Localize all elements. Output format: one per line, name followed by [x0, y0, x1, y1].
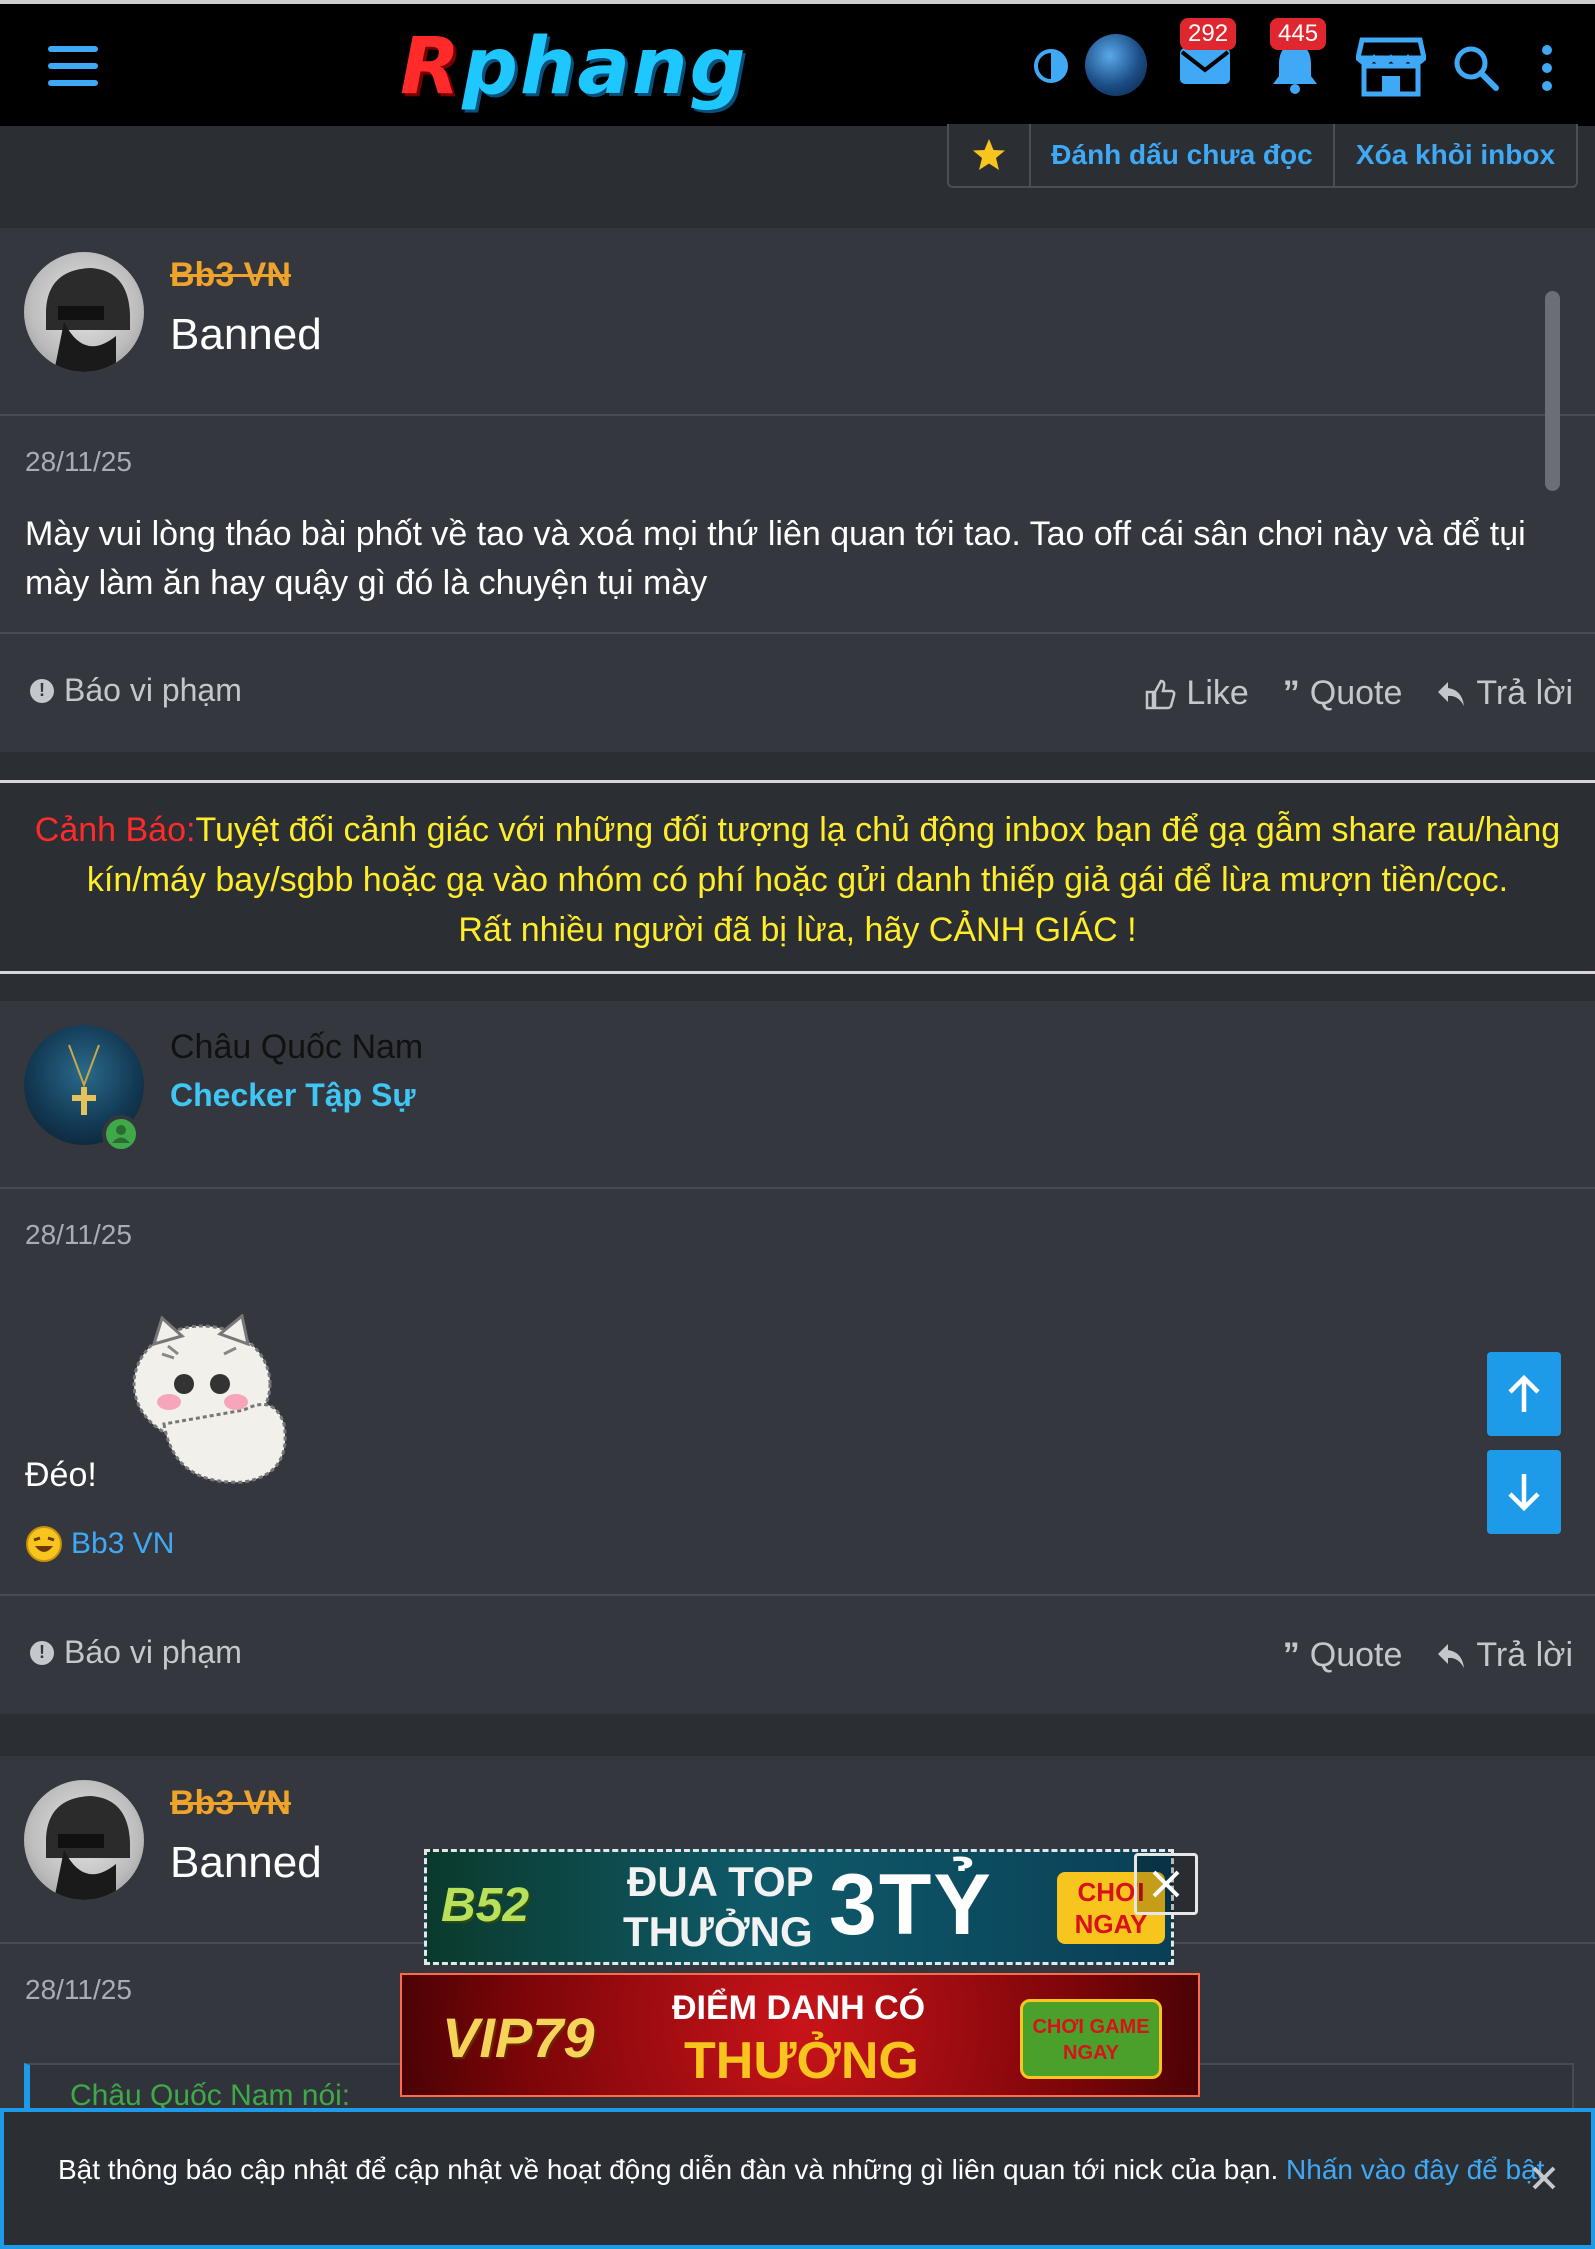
- ad-headline-2: THƯỞNG: [684, 2032, 919, 2090]
- reaction-summary[interactable]: Bb3 VN: [25, 1525, 174, 1563]
- close-icon: [1152, 1870, 1180, 1898]
- report-label: Báo vi phạm: [64, 1634, 242, 1670]
- close-icon[interactable]: [1526, 2160, 1562, 2196]
- arrow-down-icon: [1508, 1474, 1540, 1512]
- user-title: Checker Tập Sự: [170, 1077, 416, 1113]
- reply-button[interactable]: Trả lời: [1436, 674, 1573, 713]
- avatar[interactable]: [24, 1780, 144, 1900]
- username-link[interactable]: Bb3 VN: [170, 256, 291, 295]
- message-date[interactable]: 28/11/25: [25, 1974, 132, 2006]
- remove-from-inbox-button[interactable]: Xóa khỏi inbox: [1335, 124, 1576, 186]
- star-icon[interactable]: [949, 124, 1031, 186]
- quote-label: Quote: [1309, 1636, 1403, 1674]
- quote-button[interactable]: ” Quote: [1283, 1636, 1403, 1675]
- hamburger-menu-icon[interactable]: [48, 46, 102, 86]
- warning-line-3: Rất nhiều người đã bị lừa, hãy CẢNH GIÁC…: [458, 911, 1137, 949]
- like-label: Like: [1186, 674, 1249, 712]
- mail-count-badge: 292: [1180, 18, 1237, 50]
- warning-label: Cảnh Báo:: [34, 811, 196, 849]
- notification-text: Bật thông báo cập nhật để cập nhật về ho…: [58, 2154, 1279, 2185]
- message-text: Đéo!: [25, 1456, 97, 1494]
- enable-notifications-link[interactable]: Nhấn vào đây để bật: [1286, 2154, 1544, 2185]
- arrow-up-icon: [1508, 1374, 1540, 1412]
- reply-label: Trả lời: [1476, 674, 1573, 712]
- reply-arrow-icon: [1438, 681, 1465, 706]
- warning-text: Tuyệt đối cảnh giác với những đối tượng …: [195, 811, 1561, 849]
- mark-unread-button[interactable]: Đánh dấu chưa đọc: [1031, 124, 1335, 186]
- message-actions: Like ” Quote Trả lời: [1144, 674, 1573, 713]
- search-icon[interactable]: [1452, 44, 1500, 92]
- message-post: Châu Quốc Nam Checker Tập Sự 28/11/25 Đé…: [0, 1001, 1595, 1714]
- ad-prize-amount: 3TỶ: [829, 1857, 993, 1953]
- quote-label: Quote: [1309, 674, 1403, 712]
- push-notification-prompt: Bật thông báo cập nhật để cập nhật về ho…: [0, 2108, 1595, 2249]
- shop-store-icon[interactable]: [1354, 36, 1428, 98]
- divider: [0, 632, 1595, 634]
- message-post: Bb3 VN Banned 28/11/25 Mày vui lòng tháo…: [0, 228, 1595, 752]
- scroll-up-button[interactable]: [1487, 1352, 1561, 1436]
- more-options-icon[interactable]: [1538, 44, 1556, 92]
- online-status-icon: [102, 1115, 140, 1153]
- quote-icon: ”: [1282, 1636, 1300, 1674]
- message-user-header: Châu Quốc Nam Checker Tập Sự: [0, 1001, 1595, 1189]
- user-title: Banned: [170, 1838, 322, 1887]
- username-link[interactable]: Châu Quốc Nam: [170, 1028, 423, 1067]
- scrollbar-thumb[interactable]: [1545, 291, 1560, 491]
- ad-headline-1: ĐUA TOP: [627, 1858, 814, 1905]
- reaction-user-link[interactable]: Bb3 VN: [71, 1527, 174, 1561]
- report-label: Báo vi phạm: [64, 672, 242, 708]
- site-logo[interactable]: Rphang: [400, 22, 747, 112]
- laughing-emoji-icon: [26, 1526, 62, 1562]
- message-date[interactable]: 28/11/25: [25, 446, 132, 478]
- divider: [0, 1594, 1595, 1596]
- inbox-mail-icon[interactable]: [1178, 44, 1232, 88]
- thumbs-up-icon: [1146, 679, 1176, 709]
- quote-icon: ”: [1282, 674, 1300, 712]
- ad-brand-logo: B52: [441, 1879, 530, 1932]
- ad-headline-1: ĐIỂM DANH CÓ: [672, 1989, 926, 2027]
- quote-button[interactable]: ” Quote: [1283, 674, 1403, 713]
- warning-line-2: kín/máy bay/sgbb hoặc gạ vào nhóm có phí…: [86, 861, 1509, 899]
- report-button[interactable]: ! Báo vi phạm: [30, 672, 242, 709]
- ad-cta: CHƠI GAME NGAY: [1020, 1999, 1162, 2079]
- advertisement-banner[interactable]: B52 ĐUA TOP THƯỞNG 3TỶ CHƠI NGAY: [424, 1849, 1174, 1965]
- warning-icon: !: [30, 678, 54, 703]
- scroll-down-button[interactable]: [1487, 1450, 1561, 1534]
- theme-toggle-icon[interactable]: [1033, 48, 1069, 84]
- like-button[interactable]: Like: [1144, 674, 1249, 713]
- message-date[interactable]: 28/11/25: [25, 1219, 132, 1251]
- ad-brand-logo: VIP79: [442, 2006, 595, 2069]
- ad-headline-2: THƯỞNG: [623, 1908, 813, 1955]
- notification-count-badge: 445: [1270, 18, 1327, 50]
- warning-icon: !: [30, 1640, 54, 1665]
- avatar[interactable]: [24, 252, 144, 372]
- message-actions: ” Quote Trả lời: [1283, 1636, 1573, 1675]
- logo-text: phang: [462, 22, 748, 112]
- close-ad-button[interactable]: [1134, 1853, 1198, 1915]
- warning-line-1: Cảnh Báo:Tuyệt đối cảnh giác với những đ…: [0, 805, 1595, 855]
- user-title: Banned: [170, 310, 322, 359]
- reply-button[interactable]: Trả lời: [1436, 1636, 1573, 1675]
- conversation-action-bar: Đánh dấu chưa đọc Xóa khỏi inbox: [947, 124, 1578, 188]
- message-user-header: Bb3 VN Banned: [0, 228, 1595, 416]
- logo-letter: R: [400, 22, 463, 112]
- advertisement-banner[interactable]: VIP79 ĐIỂM DANH CÓ THƯỞNG CHƠI GAME NGAY: [400, 1973, 1200, 2097]
- message-text: Mày vui lòng tháo bài phốt về tao và xoá…: [25, 515, 1526, 602]
- report-button[interactable]: ! Báo vi phạm: [30, 1634, 242, 1671]
- username-link[interactable]: Bb3 VN: [170, 1784, 291, 1823]
- scam-warning-banner: Cảnh Báo:Tuyệt đối cảnh giác với những đ…: [0, 780, 1595, 974]
- user-avatar-icon[interactable]: [1085, 34, 1147, 96]
- notification-message: Bật thông báo cập nhật để cập nhật về ho…: [58, 2154, 1544, 2186]
- top-navigation-bar: Rphang 292 445: [0, 0, 1595, 126]
- reply-arrow-icon: [1438, 1643, 1465, 1668]
- reply-label: Trả lời: [1476, 1636, 1573, 1674]
